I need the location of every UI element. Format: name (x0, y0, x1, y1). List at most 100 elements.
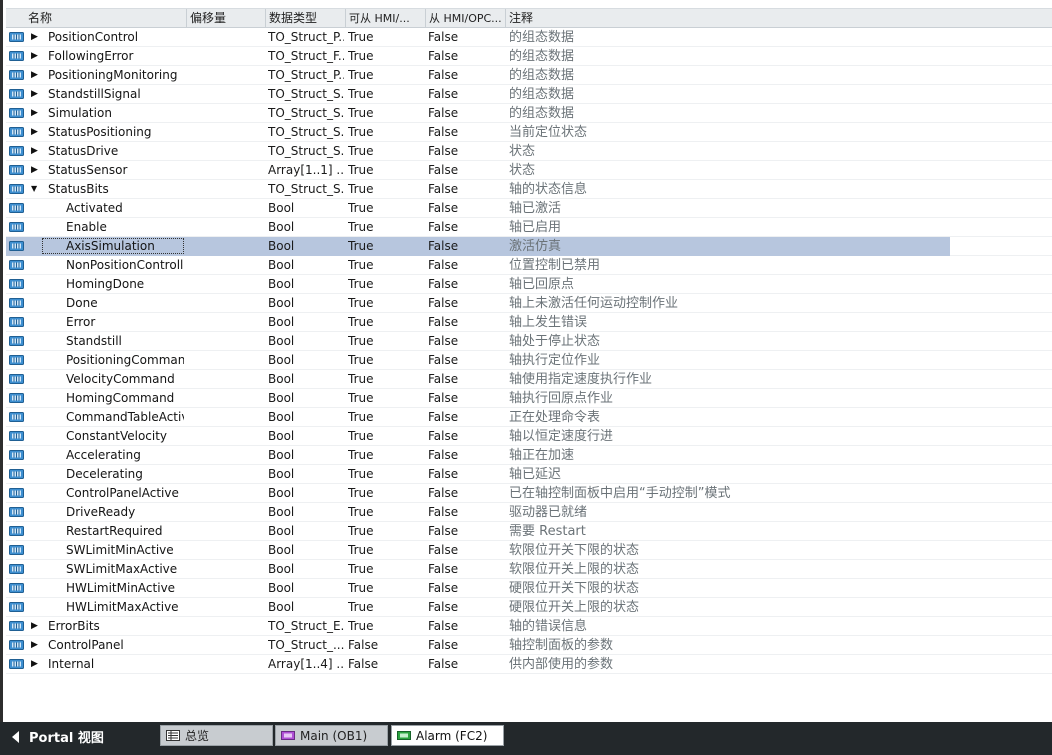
cell-hmi-visible: False (428, 201, 459, 215)
cell-hmi-access: True (348, 429, 374, 443)
table-row[interactable]: VelocityCommand Bool True False 轴使用指定速度执行作业 (6, 370, 1052, 389)
table-row[interactable]: ▶ ErrorBits TO_Struct_E... True False 轴的错误信息 (6, 617, 1052, 636)
table-row[interactable]: SWLimitMinActive Bool True False 软限位开关下限的状态 (6, 541, 1052, 560)
tag-member-icon (9, 640, 24, 650)
expand-arrow-right-icon[interactable]: ▶ (31, 70, 38, 80)
table-row[interactable]: HWLimitMinActive Bool True False 硬限位开关下限的状态 (6, 579, 1052, 598)
table-row[interactable]: Enable Bool True False 轴已启用 (6, 218, 1052, 237)
tab-main-ob1[interactable]: Main (OB1) (275, 725, 388, 746)
table-row[interactable]: PositioningCommand Bool True False 轴执行定位作业 (6, 351, 1052, 370)
expand-arrow-right-icon[interactable]: ▶ (31, 89, 38, 99)
table-row[interactable]: NonPositionControll... Bool True False 位置控制已… (6, 256, 1052, 275)
table-row[interactable]: DriveReady Bool True False 驱动器已就绪 (6, 503, 1052, 522)
table-row[interactable]: ▶ Internal Array[1..4] ... False False 供内部使用的… (6, 655, 1052, 674)
table-row[interactable]: Error Bool True False 轴上发生错误 (6, 313, 1052, 332)
cell-hmi-visible: False (428, 334, 459, 348)
cell-hmi-access: True (348, 562, 374, 576)
cell-hmi-access: True (348, 277, 374, 291)
header-offset[interactable]: 偏移量 (187, 9, 266, 28)
table-row[interactable]: ▶ StandstillSignal TO_Struct_S... True False… (6, 85, 1052, 104)
expand-arrow-right-icon[interactable]: ▶ (31, 51, 38, 61)
expand-arrow-right-icon[interactable]: ▶ (31, 640, 38, 650)
expand-arrow-down-icon[interactable]: ▼ (31, 184, 37, 194)
expand-arrow-right-icon[interactable]: ▶ (31, 621, 38, 631)
expand-arrow-right-icon[interactable]: ▶ (31, 146, 38, 156)
table-row[interactable]: HomingCommand Bool True False 轴执行回原点作业 (6, 389, 1052, 408)
cell-name: StandstillSignal (48, 87, 141, 101)
tab-alarm-fc2-label: Alarm (FC2) (416, 729, 488, 743)
portal-view-button[interactable]: Portal 视图 (12, 728, 104, 750)
cell-hmi-access: True (348, 581, 374, 595)
cell-comment: 当前定位状态 (509, 125, 588, 140)
table-row[interactable]: HomingDone Bool True False 轴已回原点 (6, 275, 1052, 294)
table-row[interactable]: Done Bool True False 轴上未激活任何运动控制作业 (6, 294, 1052, 313)
cell-hmi-access: True (348, 125, 374, 139)
ob-block-icon (281, 731, 295, 740)
expand-arrow-right-icon[interactable]: ▶ (31, 165, 38, 175)
expand-arrow-right-icon[interactable]: ▶ (31, 127, 38, 137)
table-row[interactable]: SWLimitMaxActive Bool True False 软限位开关上限的状态 (6, 560, 1052, 579)
cell-datatype: Bool (268, 448, 295, 462)
cell-datatype: Bool (268, 372, 295, 386)
tag-member-icon (9, 146, 24, 156)
header-comment[interactable]: 注释 (506, 9, 952, 28)
table-row[interactable]: Accelerating Bool True False 轴正在加速 (6, 446, 1052, 465)
cell-name: Internal (48, 657, 95, 671)
table-row[interactable]: Standstill Bool True False 轴处于停止状态 (6, 332, 1052, 351)
header-hmi-visible[interactable]: 从 HMI/OPC... (426, 9, 506, 28)
tab-alarm-fc2[interactable]: Alarm (FC2) (391, 725, 504, 746)
cell-datatype: Bool (268, 505, 295, 519)
tab-overview[interactable]: 总览 (160, 725, 273, 746)
table-row[interactable]: RestartRequired Bool True False 需要 Restart (6, 522, 1052, 541)
table-row[interactable]: ▶ StatusSensor Array[1..1] ... True False 状态 (6, 161, 1052, 180)
tag-member-icon (9, 70, 24, 80)
cell-datatype: Bool (268, 429, 295, 443)
table-row[interactable]: Decelerating Bool True False 轴已延迟 (6, 465, 1052, 484)
cell-datatype: Bool (268, 581, 295, 595)
table-row[interactable]: Activated Bool True False 轴已激活 (6, 199, 1052, 218)
expand-arrow-right-icon[interactable]: ▶ (31, 108, 38, 118)
cell-hmi-visible: False (428, 49, 459, 63)
cell-hmi-visible: False (428, 429, 459, 443)
expand-arrow-right-icon[interactable]: ▶ (31, 32, 38, 42)
table-row[interactable]: ConstantVelocity Bool True False 轴以恒定速度行进 (6, 427, 1052, 446)
tag-member-icon (9, 602, 24, 612)
table-row[interactable]: CommandTableActive Bool True False 正在处理命令表 (6, 408, 1052, 427)
tag-member-icon (9, 203, 24, 213)
cell-name: Error (66, 315, 96, 329)
table-row[interactable]: ControlPanelActive Bool True False 已在轴控制面板中启… (6, 484, 1052, 503)
cell-hmi-access: True (348, 258, 374, 272)
cell-hmi-visible: False (428, 277, 459, 291)
table-row[interactable]: ▶ StatusDrive TO_Struct_S... True False 状态 (6, 142, 1052, 161)
cell-name: HWLimitMaxActive (66, 600, 179, 614)
cell-name: ConstantVelocity (66, 429, 168, 443)
cell-hmi-access: True (348, 106, 374, 120)
table-row[interactable]: ▶ FollowingError TO_Struct_F... True False 的组… (6, 47, 1052, 66)
cell-datatype: Bool (268, 467, 295, 481)
cell-datatype: Bool (268, 277, 295, 291)
cell-comment: 状态 (509, 163, 536, 178)
table-row[interactable]: ▶ PositioningMonitoring TO_Struct_P... True… (6, 66, 1052, 85)
table-row[interactable]: ▼ StatusBits TO_Struct_S... True False 轴的状态信息 (6, 180, 1052, 199)
cell-name: NonPositionControll... (66, 258, 184, 272)
cell-datatype: Bool (268, 258, 295, 272)
tag-member-icon (9, 165, 24, 175)
cell-comment: 轴已延迟 (509, 467, 562, 482)
table-row[interactable]: ▶ StatusPositioning TO_Struct_S... True Fals… (6, 123, 1052, 142)
table-row[interactable]: AxisSimulation Bool True False 激活仿真 (6, 237, 1052, 256)
table-row[interactable]: ▶ PositionControl TO_Struct_P... True False 的… (6, 28, 1052, 47)
table-row[interactable]: HWLimitMaxActive Bool True False 硬限位开关上限的状态 (6, 598, 1052, 617)
table-row[interactable]: ▶ ControlPanel TO_Struct_... False False 轴控制面… (6, 636, 1052, 655)
cell-comment: 轴执行定位作业 (509, 353, 601, 368)
table-row[interactable]: ▶ Simulation TO_Struct_S... True False 的组态数据 (6, 104, 1052, 123)
arrow-left-icon (12, 731, 19, 743)
header-datatype[interactable]: 数据类型 (266, 9, 346, 28)
cell-name: Accelerating (66, 448, 141, 462)
header-hmi-access[interactable]: 可从 HMI/... (346, 9, 426, 28)
header-name[interactable]: 名称 (6, 9, 187, 28)
cell-hmi-visible: False (428, 524, 459, 538)
cell-datatype: TO_Struct_S... (268, 87, 344, 101)
expand-arrow-right-icon[interactable]: ▶ (31, 659, 38, 669)
cell-comment: 驱动器已就绪 (509, 505, 588, 520)
cell-datatype: Bool (268, 562, 295, 576)
